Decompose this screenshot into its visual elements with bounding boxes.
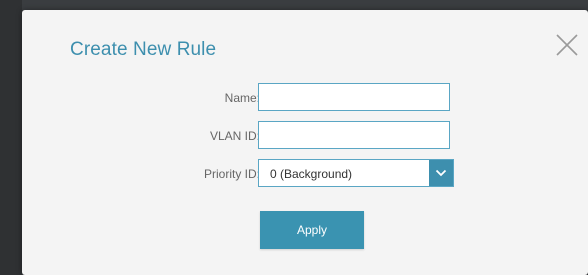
vlan-id-label: VLAN ID: xyxy=(209,129,260,143)
vlan-id-field[interactable] xyxy=(258,121,450,149)
priority-id-select[interactable]: 0 (Background) xyxy=(258,159,454,187)
priority-id-label: Priority ID: xyxy=(203,167,260,181)
priority-id-row: Priority ID: 0 (Background) xyxy=(22,159,588,189)
chevron-down-icon xyxy=(435,169,447,177)
vlan-id-row: VLAN ID: xyxy=(22,121,588,151)
dialog-title: Create New Rule xyxy=(70,39,217,60)
priority-dropdown-toggle[interactable] xyxy=(429,160,453,186)
close-button[interactable] xyxy=(552,30,582,60)
name-label: Name: xyxy=(224,91,260,105)
name-field[interactable] xyxy=(258,83,450,111)
priority-id-value: 0 (Background) xyxy=(270,167,353,181)
backdrop xyxy=(0,0,22,275)
apply-button[interactable]: Apply xyxy=(260,211,364,249)
name-row: Name: xyxy=(22,83,588,113)
create-rule-dialog: Create New Rule Name: VLAN ID: Priority … xyxy=(22,10,588,275)
close-icon xyxy=(556,34,578,56)
